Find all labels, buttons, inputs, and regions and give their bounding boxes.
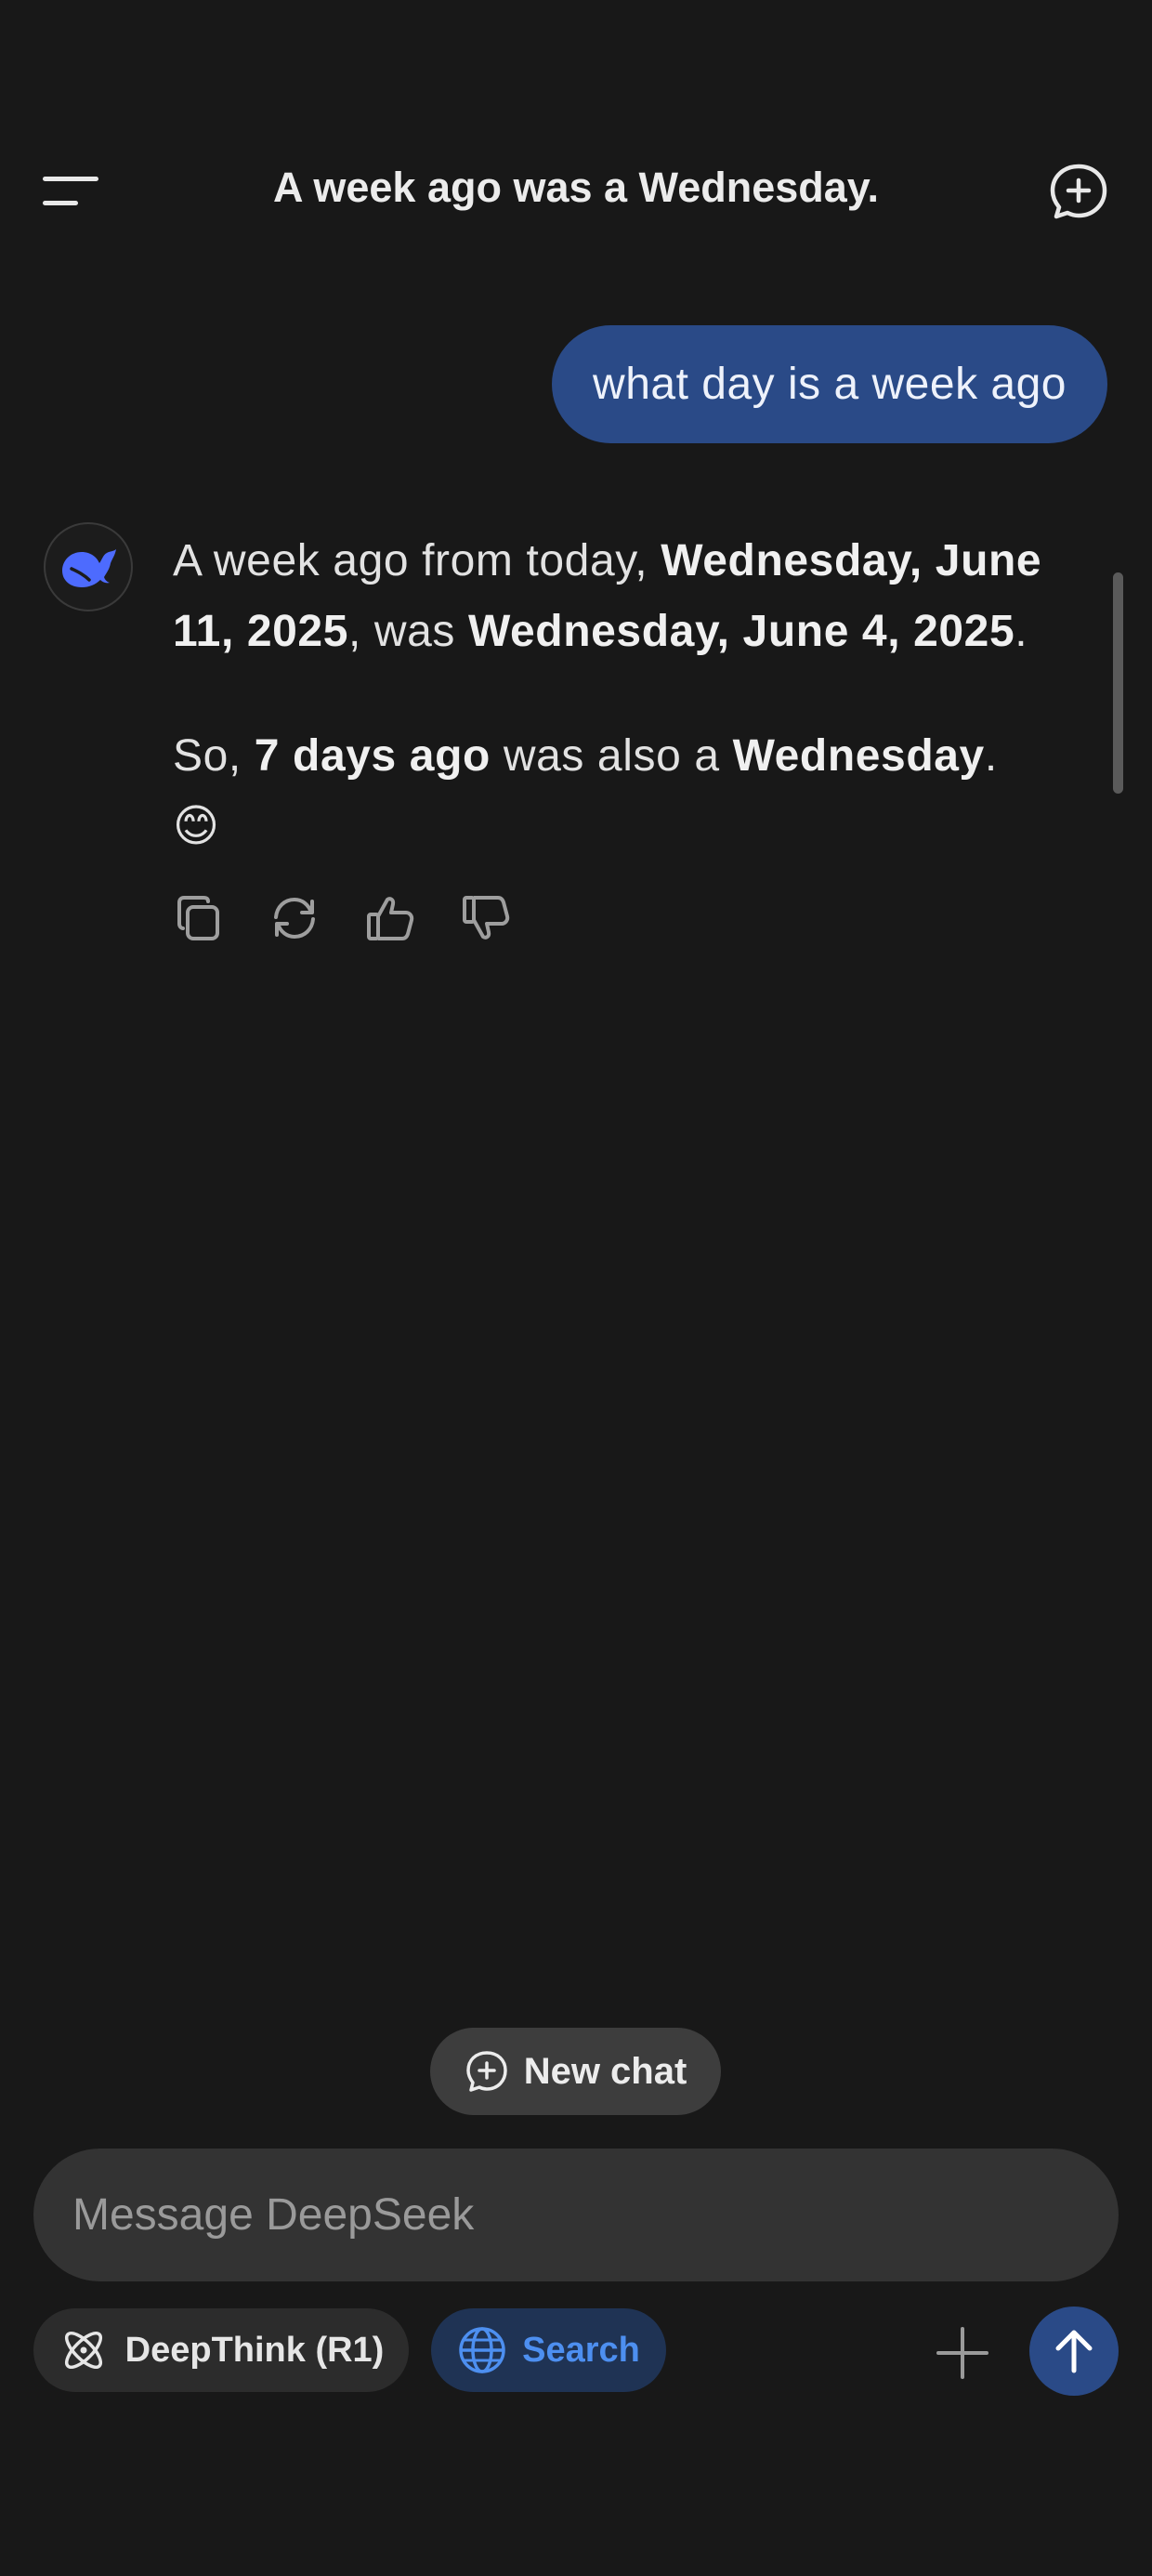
user-message-bubble: what day is a week ago [552, 325, 1107, 443]
reply-paragraph-1: A week ago from today, Wednesday, June 1… [173, 536, 1042, 656]
thumbs-up-icon[interactable] [364, 892, 416, 944]
search-label: Search [522, 2330, 640, 2370]
deepthink-button[interactable]: DeepThink (R1) [33, 2308, 409, 2392]
arrow-up-icon [1055, 2330, 1093, 2373]
search-button[interactable]: Search [431, 2308, 666, 2392]
new-chat-label: New chat [523, 2050, 687, 2092]
message-input-container[interactable] [33, 2149, 1119, 2281]
page-title: A week ago was a Wednesday. [273, 164, 879, 211]
new-chat-icon[interactable] [1048, 162, 1109, 221]
add-attachment-icon[interactable] [933, 2323, 992, 2383]
deepthink-label: DeepThink (R1) [124, 2330, 385, 2370]
reply-actions [173, 892, 512, 944]
thumbs-down-icon[interactable] [460, 892, 512, 944]
message-input[interactable] [71, 2188, 1119, 2241]
deepseek-logo-icon [44, 522, 133, 611]
assistant-reply: A week ago from today, Wednesday, June 1… [173, 526, 1111, 862]
atom-icon [64, 2331, 102, 2370]
new-chat-icon [465, 2051, 507, 2092]
scrollbar[interactable] [1113, 572, 1123, 794]
regenerate-icon[interactable] [268, 892, 321, 944]
reply-paragraph-2: So, 7 days ago was also a Wednesday. 😊 [173, 731, 998, 851]
new-chat-button[interactable]: New chat [430, 2028, 721, 2115]
smile-emoji: 😊 [173, 802, 220, 851]
send-button[interactable] [1029, 2307, 1119, 2396]
globe-icon [459, 2327, 505, 2373]
copy-icon[interactable] [173, 892, 225, 944]
